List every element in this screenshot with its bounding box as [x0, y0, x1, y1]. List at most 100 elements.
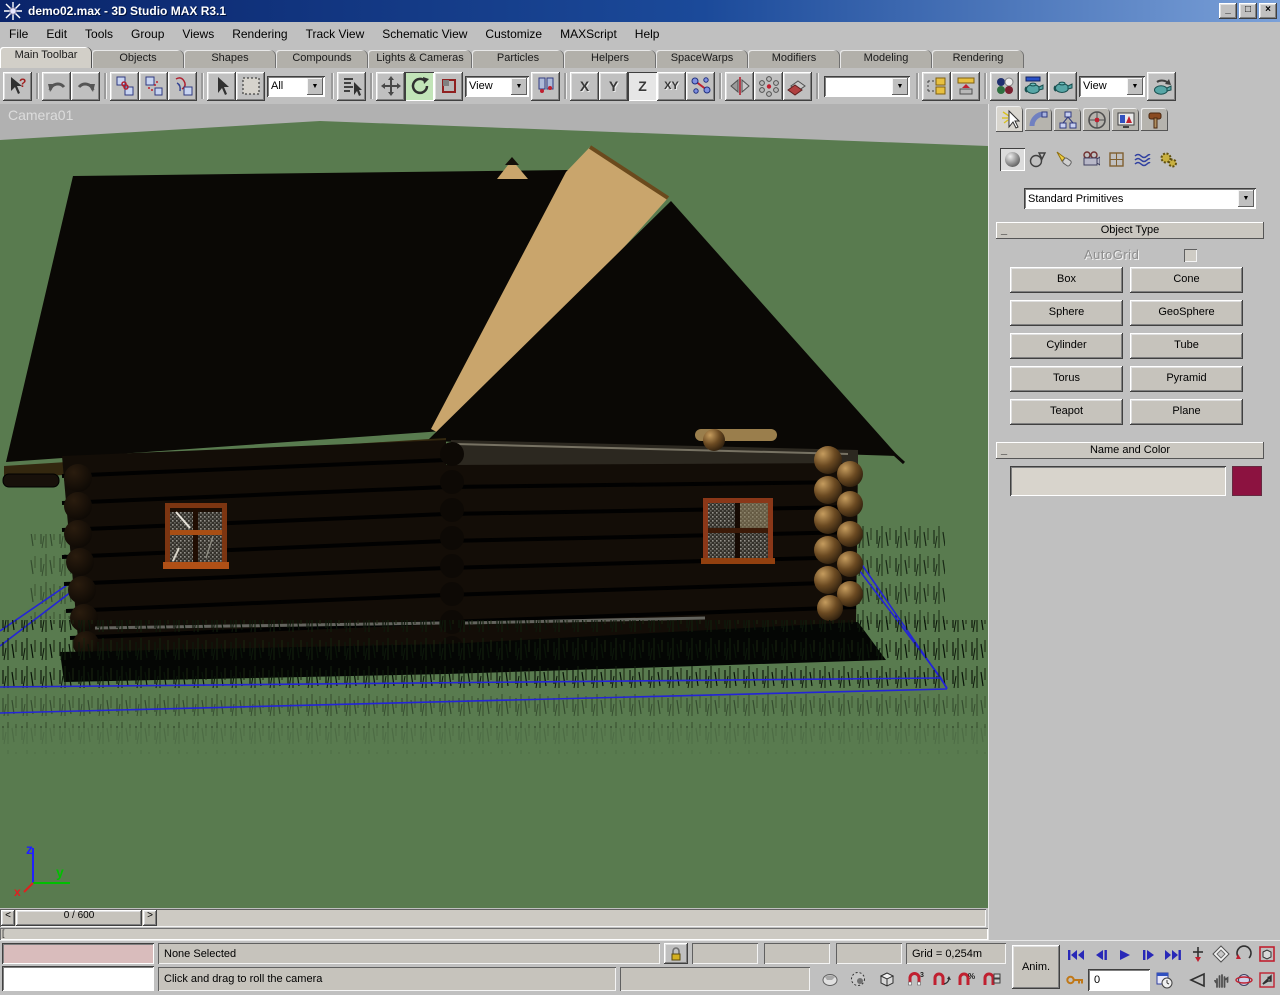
goto-start-button[interactable]: [1064, 944, 1087, 965]
menu-edit[interactable]: Edit: [37, 24, 76, 44]
select-and-scale-button[interactable]: [434, 72, 463, 101]
rectangular-selection-region-button[interactable]: [236, 72, 265, 101]
menu-schematic-view[interactable]: Schematic View: [373, 24, 476, 44]
dolly-camera-button[interactable]: [1186, 942, 1209, 966]
close-button[interactable]: ×: [1259, 3, 1277, 19]
tab-modeling[interactable]: Modeling: [840, 50, 932, 68]
min-max-toggle-button[interactable]: [1255, 968, 1278, 992]
panel-tab-display[interactable]: [1112, 108, 1139, 131]
menu-tools[interactable]: Tools: [76, 24, 122, 44]
menu-help[interactable]: Help: [626, 24, 669, 44]
object-type-cone-button[interactable]: Cone: [1130, 267, 1243, 293]
create-shapes-button[interactable]: [1026, 148, 1051, 171]
object-type-sphere-button[interactable]: Sphere: [1010, 300, 1123, 326]
percent-snap-button[interactable]: %: [956, 968, 978, 990]
object-type-tube-button[interactable]: Tube: [1130, 333, 1243, 359]
create-geometry-button[interactable]: [1000, 148, 1025, 171]
time-configuration-button[interactable]: [1152, 969, 1176, 991]
goto-end-button[interactable]: [1161, 944, 1184, 965]
create-systems-button[interactable]: [1156, 148, 1181, 171]
coordinate-z-field[interactable]: [836, 943, 902, 964]
menu-maxscript[interactable]: MAXScript: [551, 24, 626, 44]
open-schematic-view-button[interactable]: [951, 72, 980, 101]
create-spacewarps-button[interactable]: [1130, 148, 1155, 171]
time-slider-next-button[interactable]: >: [143, 910, 157, 926]
object-type-plane-button[interactable]: Plane: [1130, 399, 1243, 425]
combo-arrow-icon[interactable]: ▼: [307, 78, 323, 95]
select-and-rotate-button[interactable]: [405, 72, 434, 101]
zoom-extents-button[interactable]: [1209, 942, 1232, 966]
time-slider-prev-button[interactable]: <: [1, 910, 15, 926]
tab-modifiers[interactable]: Modifiers: [748, 50, 840, 68]
current-frame-field[interactable]: 0: [1088, 969, 1150, 991]
object-type-cylinder-button[interactable]: Cylinder: [1010, 333, 1123, 359]
menu-group[interactable]: Group: [122, 24, 173, 44]
spinner-snap-button[interactable]: [980, 968, 1004, 990]
combo-arrow-icon[interactable]: ▼: [511, 78, 527, 95]
combo-arrow-icon[interactable]: ▼: [1238, 190, 1254, 207]
object-type-teapot-button[interactable]: Teapot: [1010, 399, 1123, 425]
tab-spacewarps[interactable]: SpaceWarps: [656, 50, 748, 68]
select-and-link-button[interactable]: [110, 72, 139, 101]
key-mode-toggle[interactable]: [1064, 969, 1086, 991]
combo-arrow-icon[interactable]: ▼: [892, 78, 908, 95]
tab-rendering[interactable]: Rendering: [932, 50, 1024, 68]
roll-camera-button[interactable]: [1232, 942, 1255, 966]
orbit-camera-button[interactable]: [1232, 968, 1255, 992]
tab-particles[interactable]: Particles: [472, 50, 564, 68]
named-selection-sets-combo[interactable]: ▼: [824, 76, 910, 97]
panel-tab-utilities[interactable]: [1141, 108, 1168, 131]
render-scene-button[interactable]: [1019, 72, 1048, 101]
object-type-geosphere-button[interactable]: GeoSphere: [1130, 300, 1243, 326]
object-type-box-button[interactable]: Box: [1010, 267, 1123, 293]
tab-lights-cameras[interactable]: Lights & Cameras: [368, 50, 472, 68]
restrict-y-button[interactable]: Y: [599, 72, 628, 101]
coordinate-x-field[interactable]: [692, 943, 758, 964]
ik-toggle-button[interactable]: [686, 72, 715, 101]
undo-button[interactable]: [42, 72, 71, 101]
tab-compounds[interactable]: Compounds: [276, 50, 368, 68]
time-slider-thumb[interactable]: 0 / 600: [16, 910, 142, 926]
create-lights-button[interactable]: [1052, 148, 1077, 171]
object-color-swatch[interactable]: [1232, 466, 1262, 496]
bind-to-spacewarp-button[interactable]: [168, 72, 197, 101]
panel-tab-motion[interactable]: [1083, 108, 1110, 131]
menu-track-view[interactable]: Track View: [297, 24, 374, 44]
open-track-view-button[interactable]: [922, 72, 951, 101]
help-mode-button[interactable]: ?: [3, 72, 32, 101]
panel-tab-hierarchy[interactable]: [1054, 108, 1081, 131]
selection-filter-combo[interactable]: All ▼: [267, 76, 325, 97]
tab-shapes[interactable]: Shapes: [184, 50, 276, 68]
panel-tab-modify[interactable]: [1025, 108, 1052, 131]
unlink-button[interactable]: [139, 72, 168, 101]
create-cameras-button[interactable]: [1078, 148, 1103, 171]
title-bar[interactable]: demo02.max - 3D Studio MAX R3.1 _ □ ×: [0, 0, 1280, 22]
rollout-header-object-type[interactable]: _ Object Type: [996, 222, 1264, 239]
animate-toggle-button[interactable]: Anim.: [1012, 945, 1060, 989]
snap-3d-button[interactable]: 3: [904, 968, 928, 990]
maximize-button[interactable]: □: [1239, 3, 1257, 19]
track-bar[interactable]: [: [0, 928, 988, 940]
object-type-torus-button[interactable]: Torus: [1010, 366, 1123, 392]
panel-tab-create[interactable]: [996, 106, 1023, 132]
redo-button[interactable]: [71, 72, 100, 101]
mirror-button[interactable]: [725, 72, 754, 101]
combo-arrow-icon[interactable]: ▼: [1127, 78, 1143, 95]
previous-frame-button[interactable]: [1089, 944, 1112, 965]
use-pivot-point-center-button[interactable]: [531, 72, 560, 101]
selection-lock-toggle[interactable]: [664, 943, 688, 964]
render-last-button[interactable]: [1048, 72, 1077, 101]
restrict-xy-plane-button[interactable]: XY: [657, 72, 686, 101]
rollout-header-name-color[interactable]: _ Name and Color: [996, 442, 1264, 459]
zoom-extents-all-button[interactable]: [1255, 942, 1278, 966]
array-button[interactable]: [754, 72, 783, 101]
render-type-combo[interactable]: View ▼: [1079, 76, 1145, 97]
create-helpers-button[interactable]: [1104, 148, 1129, 171]
reference-coordinate-system-combo[interactable]: View ▼: [465, 76, 529, 97]
align-button[interactable]: [783, 72, 812, 101]
menu-customize[interactable]: Customize: [476, 24, 551, 44]
minimize-button[interactable]: _: [1219, 3, 1237, 19]
autogrid-checkbox[interactable]: [1184, 249, 1197, 262]
snap-toggle-3d-button[interactable]: [874, 967, 900, 991]
select-by-name-button[interactable]: [337, 72, 366, 101]
